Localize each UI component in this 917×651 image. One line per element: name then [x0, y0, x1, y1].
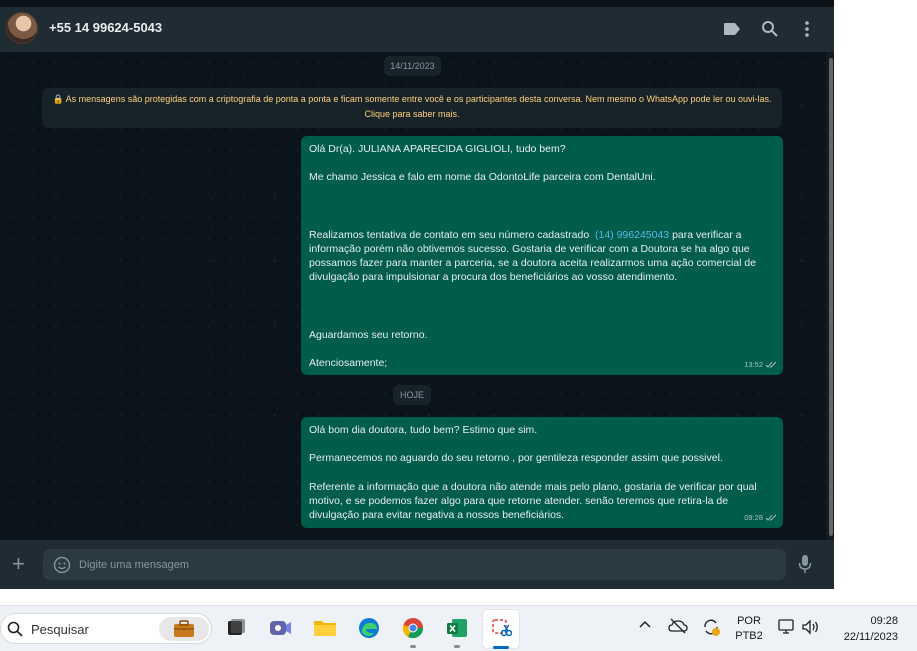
menu-icon[interactable] — [796, 18, 818, 40]
label-icon[interactable] — [721, 18, 743, 40]
chrome-browser-icon[interactable] — [399, 614, 427, 648]
running-indicator — [410, 645, 416, 648]
encryption-notice[interactable]: 🔒 As mensagens são protegidas com a crip… — [42, 88, 782, 128]
taskbar: Pesquisar POR PTB2 09:28 22/11/2023 — [0, 605, 917, 651]
volume-icon[interactable] — [801, 618, 821, 639]
desktop-strip — [0, 589, 834, 605]
chat-header: +55 14 99624-5043 — [0, 7, 834, 52]
excel-icon[interactable] — [443, 614, 471, 648]
running-indicator — [454, 645, 460, 648]
outgoing-message[interactable]: Olá Dr(a). JULIANA APARECIDA GIGLIOLI, t… — [301, 136, 783, 375]
onedrive-offline-icon[interactable] — [668, 618, 688, 637]
message-meta: 13:52 — [744, 358, 777, 372]
read-ticks-icon — [765, 514, 777, 521]
contact-avatar[interactable] — [6, 12, 38, 44]
clock-time: 09:28 — [870, 615, 898, 627]
clock-date: 22/11/2023 — [843, 631, 898, 643]
desktop-background — [834, 0, 917, 605]
search-highlight[interactable] — [159, 617, 209, 641]
message-signoff: Atenciosamente; — [309, 357, 388, 370]
network-icon[interactable] — [777, 618, 797, 639]
edge-browser-icon[interactable] — [355, 614, 383, 642]
message-time: 13:52 — [744, 359, 763, 369]
attach-plus-icon[interactable]: + — [12, 553, 25, 575]
message-line: Olá bom dia doutora, tudo bem? Estimo qu… — [309, 424, 538, 436]
language-code: POR — [737, 615, 761, 627]
whatsapp-window: +55 14 99624-5043 14/11/2023 🔒 As mensag… — [0, 0, 834, 589]
file-explorer-icon[interactable] — [311, 614, 339, 642]
date-divider: 14/11/2023 — [384, 56, 441, 76]
message-meta: 09:28 — [744, 511, 777, 525]
phone-link[interactable]: (14) 996245043 — [595, 229, 669, 241]
date-divider-today: HOJE — [393, 385, 431, 405]
message-input[interactable] — [79, 549, 769, 580]
snipping-tool-icon[interactable] — [487, 614, 515, 642]
teams-meet-icon[interactable] — [266, 614, 294, 642]
active-app-indicator — [493, 646, 509, 649]
message-body-start: Realizamos tentativa de contato em seu n… — [309, 228, 595, 241]
briefcase-icon — [174, 620, 194, 637]
chat-area[interactable]: 14/11/2023 🔒 As mensagens são protegidas… — [0, 52, 834, 540]
search-icon[interactable] — [759, 18, 781, 40]
message-body: Realizamos tentativa de contato em seu n… — [309, 228, 775, 285]
message-time: 09:28 — [744, 512, 763, 522]
read-ticks-icon — [765, 361, 777, 368]
task-view-icon[interactable] — [222, 614, 250, 642]
search-icon — [7, 621, 23, 637]
emoji-icon[interactable] — [53, 556, 71, 574]
search-label: Pesquisar — [31, 622, 89, 637]
chevron-up-icon[interactable] — [638, 619, 652, 632]
message-line: Permanecemos no aguardo do seu retorno ,… — [309, 452, 723, 465]
sync-status-icon[interactable] — [701, 617, 721, 640]
taskbar-search[interactable]: Pesquisar — [0, 613, 212, 644]
message-input-box[interactable] — [43, 549, 786, 580]
language-indicator[interactable]: POR PTB2 — [735, 614, 763, 644]
message-line: Referente a informação que a doutora não… — [309, 480, 760, 522]
message-composer: + — [0, 540, 834, 589]
scrollbar-thumb[interactable] — [829, 58, 833, 536]
message-greeting: Olá Dr(a). JULIANA APARECIDA GIGLIOLI, t… — [309, 143, 566, 155]
contact-name[interactable]: +55 14 99624-5043 — [49, 20, 162, 35]
outgoing-message[interactable]: Olá bom dia doutora, tudo bem? Estimo qu… — [301, 417, 783, 528]
keyboard-layout: PTB2 — [735, 630, 763, 642]
message-closing: Aguardamos seu retorno. — [309, 328, 428, 341]
system-clock[interactable]: 09:28 22/11/2023 — [844, 613, 898, 645]
message-intro: Me chamo Jessica e falo em nome da Odont… — [309, 171, 656, 184]
microphone-icon[interactable] — [798, 554, 812, 579]
